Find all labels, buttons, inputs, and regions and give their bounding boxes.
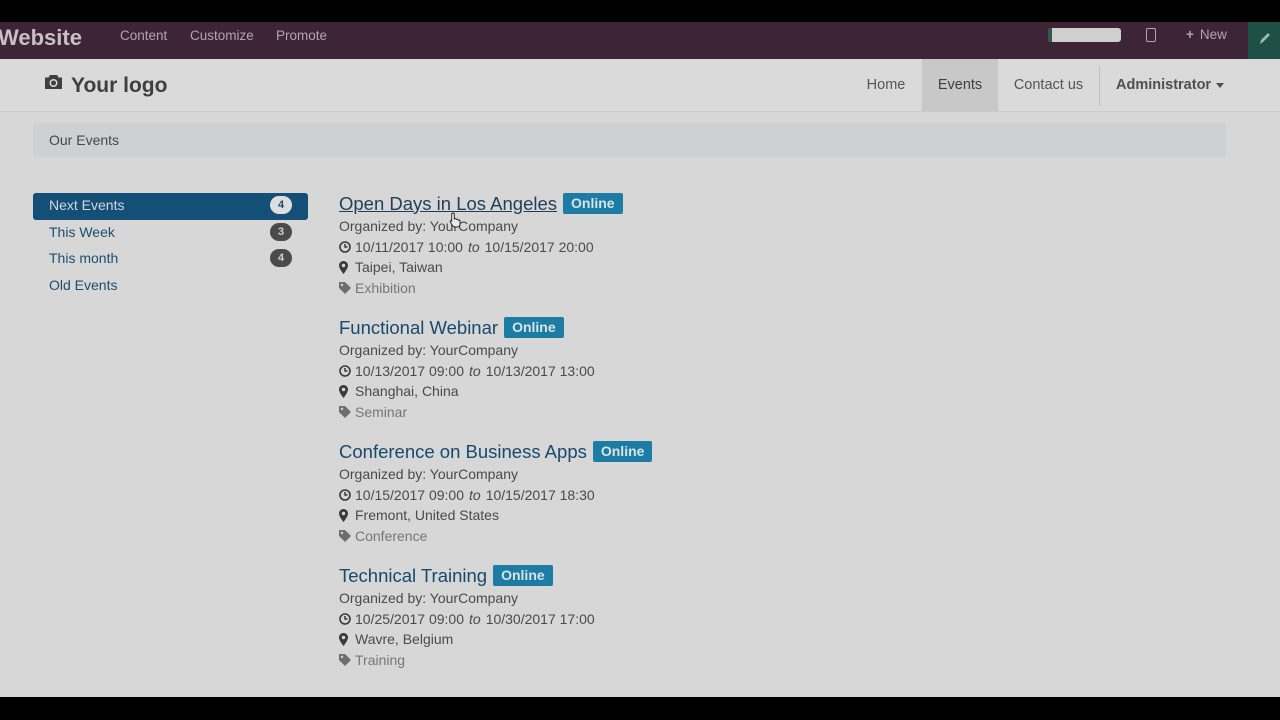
- plus-icon: +: [1186, 27, 1194, 42]
- event-end: 10/15/2017 20:00: [484, 238, 594, 255]
- filter-label: Old Events: [49, 277, 118, 294]
- event-location: Fremont, United States: [339, 505, 1039, 526]
- tag-icon: [339, 406, 353, 419]
- pencil-icon: [1260, 33, 1270, 44]
- clock-icon: [339, 241, 353, 253]
- menu-promote[interactable]: Promote: [276, 28, 327, 43]
- event-tag: Training: [339, 650, 1039, 671]
- online-badge: Online: [592, 441, 653, 462]
- map-marker-icon: [339, 260, 353, 274]
- filter-count-badge: 3: [270, 222, 292, 241]
- event-organizer: Organized by: YourCompany: [339, 218, 518, 234]
- event-item: Functional Webinar Online Organized by: …: [339, 315, 1039, 439]
- event-start: 10/13/2017 09:00: [355, 362, 464, 379]
- user-name: Administrator: [1116, 77, 1212, 93]
- publish-toggle[interactable]: [1048, 28, 1121, 42]
- map-marker-icon: [339, 384, 353, 398]
- nav-contact-us[interactable]: Contact us: [1000, 59, 1097, 112]
- event-organizer: Organized by: YourCompany: [339, 342, 518, 358]
- tag-icon: [339, 530, 353, 543]
- nav-events[interactable]: Events: [922, 59, 998, 112]
- nav-home[interactable]: Home: [852, 59, 920, 112]
- filter-count-badge: 4: [270, 249, 292, 268]
- event-end: 10/13/2017 13:00: [485, 362, 595, 379]
- map-marker-icon: [339, 632, 353, 646]
- online-badge: Online: [563, 193, 623, 214]
- camera-icon: [44, 72, 63, 96]
- event-tag: Exhibition: [339, 278, 1039, 299]
- filter-label: This Week: [49, 223, 115, 240]
- event-tag: Seminar: [339, 402, 1039, 423]
- user-menu[interactable]: Administrator: [1116, 59, 1225, 112]
- event-item: Conference on Business Apps Online Organ…: [339, 439, 1039, 563]
- filter-this-week[interactable]: This Week 3: [33, 220, 308, 247]
- event-date-separator: to: [469, 362, 481, 379]
- new-button-label: New: [1199, 27, 1227, 42]
- event-location: Shanghai, China: [339, 381, 1039, 402]
- event-title-link[interactable]: Conference on Business Apps: [339, 441, 587, 463]
- event-organizer: Organized by: YourCompany: [339, 466, 518, 482]
- event-end: 10/30/2017 17:00: [485, 610, 595, 627]
- caret-down-icon: [1216, 82, 1225, 88]
- event-end: 10/15/2017 18:30: [485, 486, 595, 503]
- tag-icon: [339, 282, 353, 295]
- tag-icon: [339, 654, 353, 667]
- events-list: Open Days in Los Angeles Online Organize…: [339, 191, 1039, 687]
- event-location: Taipei, Taiwan: [339, 257, 1039, 278]
- filter-label: Next Events: [49, 197, 125, 213]
- website-page: Website Content Customize Promote + New Y…: [0, 22, 1280, 697]
- event-start: 10/15/2017 09:00: [355, 486, 464, 503]
- map-marker-icon: [339, 508, 353, 522]
- event-dates: 10/15/2017 09:00 to 10/15/2017 18:30: [339, 485, 1039, 506]
- event-location-text: Fremont, United States: [355, 507, 499, 524]
- editor-top-bar: Website Content Customize Promote + New: [0, 22, 1280, 59]
- website-app-title[interactable]: Website: [0, 25, 82, 51]
- event-tag-text[interactable]: Training: [355, 650, 405, 671]
- filter-old-events[interactable]: Old Events: [33, 273, 308, 300]
- filter-label: This month: [49, 250, 119, 267]
- event-tag: Conference: [339, 526, 1039, 547]
- event-item: Technical Training Online Organized by: …: [339, 563, 1039, 687]
- event-location-text: Taipei, Taiwan: [355, 259, 443, 276]
- edit-button[interactable]: [1248, 22, 1280, 59]
- new-button[interactable]: + New: [1186, 27, 1227, 42]
- event-tag-text[interactable]: Seminar: [355, 402, 407, 423]
- event-dates: 10/11/2017 10:00 to 10/15/2017 20:00: [339, 237, 1039, 258]
- clock-icon: [339, 613, 353, 625]
- mobile-preview-icon[interactable]: [1146, 28, 1156, 42]
- event-date-separator: to: [469, 610, 481, 627]
- event-tag-text[interactable]: Exhibition: [355, 278, 416, 299]
- event-location: Wavre, Belgium: [339, 629, 1039, 650]
- site-logo[interactable]: Your logo: [44, 74, 167, 98]
- menu-customize[interactable]: Customize: [190, 28, 254, 43]
- event-organizer: Organized by: YourCompany: [339, 590, 518, 606]
- online-badge: Online: [504, 317, 564, 338]
- event-title-link[interactable]: Functional Webinar: [339, 317, 498, 339]
- nav-divider: [1099, 66, 1100, 106]
- event-date-filter: Next Events 4 This Week 3 This month 4 O…: [33, 193, 308, 300]
- event-item: Open Days in Los Angeles Online Organize…: [339, 191, 1039, 315]
- event-location-text: Shanghai, China: [355, 383, 459, 400]
- logo-text: Your logo: [71, 74, 168, 97]
- filter-next-events[interactable]: Next Events 4: [33, 193, 308, 220]
- menu-content[interactable]: Content: [120, 28, 167, 43]
- event-start: 10/25/2017 09:00: [355, 610, 464, 627]
- filter-count-badge: 4: [270, 196, 292, 214]
- clock-icon: [339, 365, 353, 377]
- event-dates: 10/25/2017 09:00 to 10/30/2017 17:00: [339, 609, 1039, 630]
- event-start: 10/11/2017 10:00: [355, 238, 463, 255]
- online-badge: Online: [493, 565, 553, 586]
- event-title-link[interactable]: Technical Training: [339, 565, 487, 587]
- filter-this-month[interactable]: This month 4: [33, 246, 308, 273]
- breadcrumb: Our Events: [33, 123, 1226, 157]
- event-date-separator: to: [467, 238, 480, 255]
- event-tag-text[interactable]: Conference: [355, 526, 427, 547]
- clock-icon: [339, 489, 353, 501]
- hand-cursor-icon: [449, 212, 461, 233]
- breadcrumb-our-events[interactable]: Our Events: [49, 132, 119, 148]
- site-header: Your logo Home Events Contact us Adminis…: [0, 59, 1280, 112]
- event-location-text: Wavre, Belgium: [355, 631, 454, 648]
- event-date-separator: to: [469, 486, 481, 503]
- event-dates: 10/13/2017 09:00 to 10/13/2017 13:00: [339, 361, 1039, 382]
